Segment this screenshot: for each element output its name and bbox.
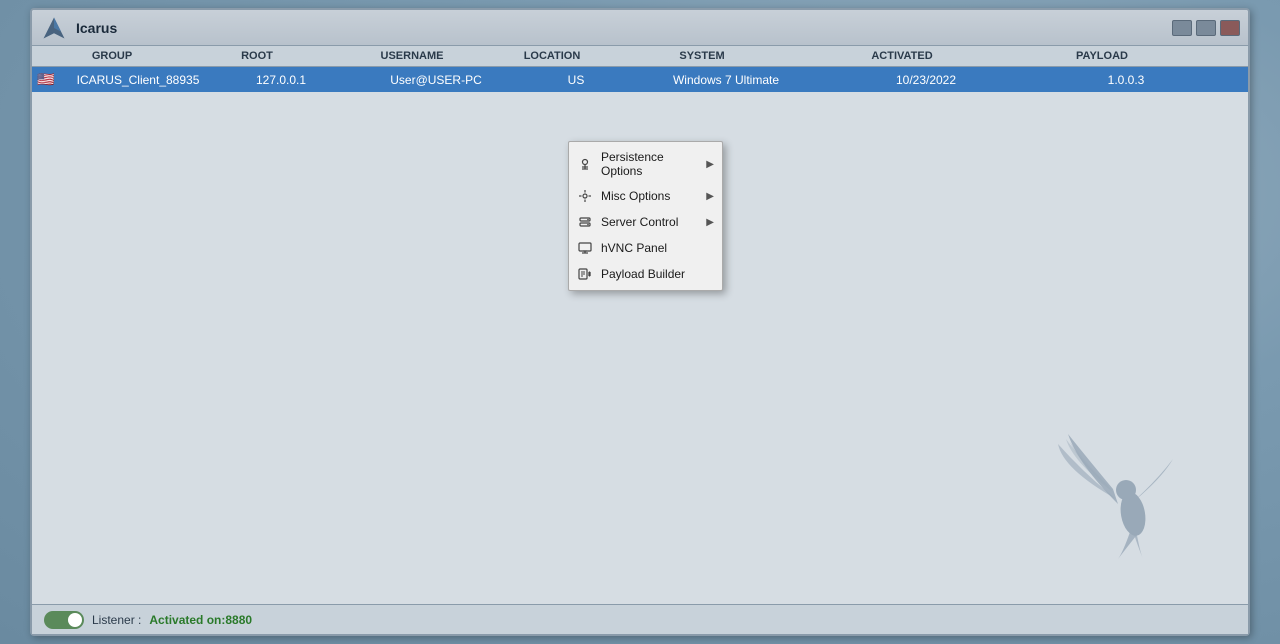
cell-activated: 10/23/2022 (826, 73, 1026, 87)
menu-item-misc-options[interactable]: Misc Options ▶ (569, 183, 722, 209)
app-logo (40, 14, 68, 42)
misc-options-label: Misc Options (601, 189, 698, 203)
misc-icon (577, 188, 593, 204)
close-button[interactable] (1220, 20, 1240, 36)
col-header-activated: ACTIVATED (802, 50, 1002, 62)
maximize-button[interactable] (1196, 20, 1216, 36)
col-header-username: USERNAME (322, 50, 502, 62)
flag-icon: 🇺🇸 (36, 71, 56, 88)
payload-builder-icon (577, 266, 593, 282)
listener-label: Listener : (92, 613, 141, 627)
table-body: 🇺🇸 ICARUS_Client_88935 127.0.0.1 User@US… (32, 67, 1248, 604)
persistence-options-label: Persistence Options (601, 150, 698, 178)
persistence-icon (577, 156, 593, 172)
table-row[interactable]: 🇺🇸 ICARUS_Client_88935 127.0.0.1 User@US… (32, 67, 1248, 92)
cell-root: 127.0.0.1 (216, 73, 346, 87)
menu-item-persistence-options[interactable]: Persistence Options ▶ (569, 145, 722, 183)
payload-builder-label: Payload Builder (601, 267, 714, 281)
server-control-icon (577, 214, 593, 230)
cell-username: User@USER-PC (346, 73, 526, 87)
listener-toggle[interactable] (44, 611, 84, 629)
col-header-system: SYSTEM (602, 50, 802, 62)
col-header-root: ROOT (192, 50, 322, 62)
listener-value: Activated on:8880 (149, 613, 252, 627)
hvnc-icon (577, 240, 593, 256)
table-header: GROUP ROOT USERNAME LOCATION SYSTEM ACTI… (32, 46, 1248, 67)
menu-item-hvnc-panel[interactable]: hVNC Panel (569, 235, 722, 261)
watermark-logo (1058, 404, 1218, 564)
cell-location: US (526, 73, 626, 87)
server-control-label: Server Control (601, 215, 698, 229)
statusbar: Listener : Activated on:8880 (32, 604, 1248, 634)
persistence-arrow: ▶ (706, 159, 714, 170)
col-header-payload: PAYLOAD (1002, 50, 1202, 62)
col-header-group: GROUP (32, 50, 192, 62)
hvnc-panel-label: hVNC Panel (601, 241, 714, 255)
app-title: Icarus (76, 20, 117, 36)
cell-group: ICARUS_Client_88935 (56, 73, 216, 87)
context-menu: Persistence Options ▶ Misc Options ▶ (568, 141, 723, 291)
toggle-knob (68, 613, 82, 627)
server-arrow: ▶ (706, 217, 714, 228)
misc-arrow: ▶ (706, 191, 714, 202)
menu-item-payload-builder[interactable]: Payload Builder (569, 261, 722, 287)
main-window: Icarus GROUP ROOT USERNAME LOCATION SYST… (30, 8, 1250, 636)
menu-item-server-control[interactable]: Server Control ▶ (569, 209, 722, 235)
titlebar: Icarus (32, 10, 1248, 46)
window-controls (1172, 20, 1240, 36)
col-header-location: LOCATION (502, 50, 602, 62)
cell-payload: 1.0.0.3 (1026, 73, 1226, 87)
minimize-button[interactable] (1172, 20, 1192, 36)
cell-system: Windows 7 Ultimate (626, 73, 826, 87)
